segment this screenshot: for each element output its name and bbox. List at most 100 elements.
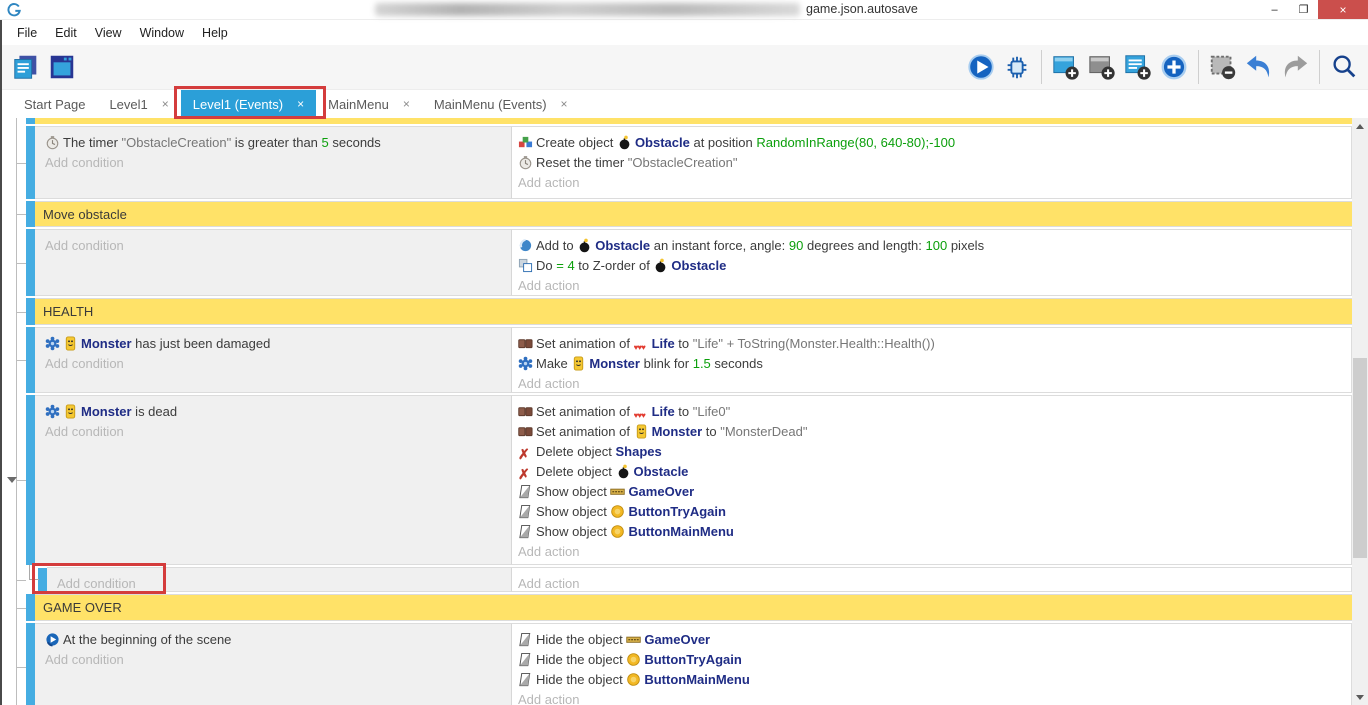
action-line[interactable]: Reset the timer "ObstacleCreation" [518,153,1345,173]
menu-item-help[interactable]: Help [193,23,237,43]
tab-mainmenu-events[interactable]: MainMenu (Events)× [422,90,580,118]
add-action-link[interactable]: Add action [518,276,1345,296]
add-action-link[interactable]: Add action [518,574,1345,594]
event-row[interactable]: Add condition Add to Obstacle an instant … [26,229,1352,296]
play-button[interactable] [963,49,999,85]
action-line[interactable]: Set animation of Monster to "MonsterDead… [518,422,1345,442]
scroll-down-arrow[interactable] [1352,689,1368,705]
event-row[interactable]: Monster has just been damaged Add conditi… [26,327,1352,393]
conditions-cell[interactable]: The timer "ObstacleCreation" is greater … [35,126,512,199]
menu-item-window[interactable]: Window [131,23,193,43]
add-condition-link[interactable]: Add condition [45,354,505,374]
add-action-link[interactable]: Add action [518,690,1345,705]
minimize-button[interactable]: – [1260,0,1289,19]
tab-close-icon[interactable]: × [297,97,304,111]
redo-button[interactable] [1277,49,1313,85]
restore-button[interactable]: ❐ [1289,0,1318,19]
add-circle-button[interactable] [1156,49,1192,85]
action-line[interactable]: Show object ButtonTryAgain [518,502,1345,522]
add-comment-button[interactable] [1120,49,1156,85]
add-condition-link[interactable]: Add condition [57,574,505,594]
add-condition-link[interactable]: Add condition [45,236,505,256]
action-line[interactable]: Add to Obstacle an instant force, angle:… [518,236,1345,256]
comment-row-partial[interactable] [26,118,1352,124]
actions-cell[interactable]: Add to Obstacle an instant force, angle:… [512,229,1352,296]
add-action-link[interactable]: Add action [518,173,1345,193]
scroll-thumb[interactable] [1353,358,1367,558]
comment-row[interactable]: Move obstacle [26,201,1352,227]
add-event-button[interactable] [1048,49,1084,85]
redacted-title-path [375,3,800,16]
sub-event-row[interactable]: Add condition Add action [26,567,1352,592]
text-segment: to Z-order of [575,258,654,273]
action-line[interactable]: Show object GameOver [518,482,1345,502]
remove-event-button[interactable] [1205,49,1241,85]
scene-editor-icon [47,52,77,82]
tab-close-icon[interactable]: × [162,97,169,111]
menu-item-edit[interactable]: Edit [46,23,86,43]
actions-cell[interactable]: Create object Obstacle at position Rando… [512,126,1352,199]
actions-cell[interactable]: Set animation of ♥♥♥Life to "Life0"Set a… [512,395,1352,565]
object-name: Shapes [616,444,662,459]
tab-mainmenu[interactable]: MainMenu× [316,90,422,118]
action-line[interactable]: Hide the object ButtonMainMenu [518,670,1345,690]
comment-row[interactable]: HEALTH [26,298,1352,325]
button-object-icon [610,504,625,519]
add-condition-link[interactable]: Add condition [45,422,505,442]
text-segment: At the beginning of the scene [63,632,231,647]
event-marker-bar [26,229,35,296]
event-row[interactable]: Monster is deadAdd conditionSet animatio… [26,395,1352,565]
add-condition-link[interactable]: Add condition [45,650,505,670]
tab-close-icon[interactable]: × [561,97,568,111]
actions-cell[interactable]: Add action [512,567,1352,592]
menu-item-view[interactable]: View [86,23,131,43]
tab-close-icon[interactable]: × [403,97,410,111]
add-action-link[interactable]: Add action [518,374,1345,394]
search-button[interactable] [1326,49,1362,85]
undo-button[interactable] [1241,49,1277,85]
tab-level1[interactable]: Level1× [97,90,180,118]
conditions-cell[interactable]: Add condition [47,567,512,592]
conditions-cell[interactable]: At the beginning of the scene Add conditi… [35,623,512,705]
actions-cell[interactable]: Set animation of ♥♥♥Life to "Life" + ToS… [512,327,1352,393]
visibility-icon [518,484,533,499]
add-subevent-button[interactable] [1084,49,1120,85]
action-line[interactable]: Show object ButtonMainMenu [518,522,1345,542]
add-action-link[interactable]: Add action [518,542,1345,562]
conditions-cell[interactable]: Add condition [35,229,512,296]
vertical-scrollbar[interactable] [1352,118,1368,705]
tab-level1-events[interactable]: Level1 (Events)× [181,90,316,118]
event-row[interactable]: At the beginning of the scene Add conditi… [26,623,1352,705]
add-condition-link[interactable]: Add condition [45,153,505,173]
placeholder-text: Add condition [45,356,124,371]
conditions-cell[interactable]: Monster has just been damaged Add conditi… [35,327,512,393]
scroll-up-arrow[interactable] [1352,118,1368,134]
action-line[interactable]: Set animation of ♥♥♥Life to "Life" + ToS… [518,334,1345,354]
action-line[interactable]: Set animation of ♥♥♥Life to "Life0" [518,402,1345,422]
action-line[interactable]: Create object Obstacle at position Rando… [518,133,1345,153]
comment-row[interactable]: GAME OVER [26,594,1352,621]
action-line[interactable]: Make Monster blink for 1.5 seconds [518,354,1345,374]
tab-start-page[interactable]: Start Page [12,90,97,118]
scene-editor-button[interactable] [44,49,80,85]
debug-button[interactable] [999,49,1035,85]
action-line[interactable]: Hide the object GameOver [518,630,1345,650]
condition-line[interactable]: The timer "ObstacleCreation" is greater … [45,133,505,153]
text-segment: Show object [536,484,610,499]
menu-item-file[interactable]: File [8,23,46,43]
condition-line[interactable]: Monster is dead [45,402,505,422]
action-line[interactable]: ✗Delete object Obstacle [518,462,1345,482]
add-subevent-icon [1087,52,1117,82]
object-name: Monster [81,404,132,419]
action-line[interactable]: ✗Delete object Shapes [518,442,1345,462]
condition-line[interactable]: At the beginning of the scene [45,630,505,650]
event-row[interactable]: The timer "ObstacleCreation" is greater … [26,126,1352,199]
actions-cell[interactable]: Hide the object GameOverHide the object … [512,623,1352,705]
project-manager-button[interactable] [8,49,44,85]
action-line[interactable]: Hide the object ButtonTryAgain [518,650,1345,670]
condition-line[interactable]: Monster has just been damaged [45,334,505,354]
collapse-arrow-icon[interactable] [7,477,17,483]
conditions-cell[interactable]: Monster is deadAdd condition [35,395,512,565]
action-line[interactable]: Do = 4 to Z-order of Obstacle [518,256,1345,276]
close-button[interactable]: × [1318,0,1368,19]
